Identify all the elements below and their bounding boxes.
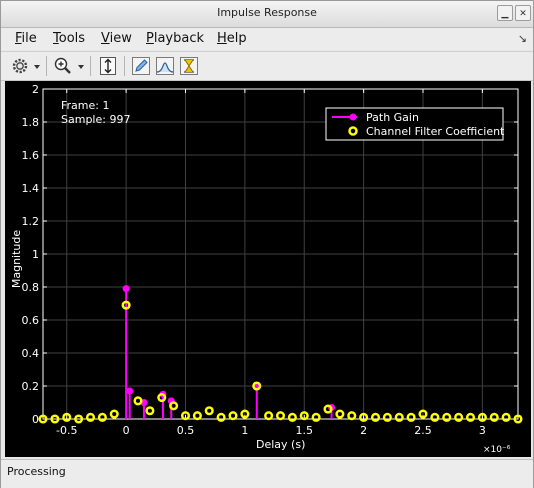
toolbar-separator — [90, 56, 91, 76]
y-tick-label: 0 — [32, 413, 39, 426]
legend-path-gain-marker — [349, 113, 357, 121]
dock-arrow-icon[interactable]: ↘ — [518, 32, 527, 45]
coefficient-marker — [85, 412, 96, 422]
coefficient-marker — [442, 412, 452, 422]
x-tick-label: 0 — [123, 424, 130, 437]
coefficient-marker — [347, 411, 357, 421]
menu-help[interactable]: Help — [217, 31, 247, 46]
y-axis-label: Magnitude — [10, 230, 23, 289]
menu-playback[interactable]: Playback — [146, 31, 204, 46]
coefficient-marker — [323, 404, 333, 414]
y-tick-label: 0.8 — [22, 281, 40, 294]
y-tick-label: 0.2 — [22, 380, 40, 393]
coefficient-marker — [204, 406, 214, 416]
coefficient-marker — [228, 411, 238, 421]
y-tick-label: 1 — [32, 248, 39, 261]
toolbar-separator — [46, 56, 47, 76]
x-axis-multiplier: ×10⁻⁶ — [483, 445, 511, 455]
menu-bar: File Tools View Playback Help ↘ — [1, 28, 533, 50]
path-gain-marker — [126, 387, 134, 395]
coefficient-marker — [109, 409, 119, 419]
x-tick-label: 1.5 — [296, 424, 314, 437]
coefficient-marker — [406, 412, 416, 422]
y-tick-label: 1.4 — [22, 182, 40, 195]
minimize-icon[interactable]: ▁ — [497, 5, 513, 21]
toolbar-separator — [124, 56, 125, 76]
menu-view[interactable]: View — [101, 31, 132, 46]
path-gain-series — [122, 285, 336, 419]
frame-readout: Frame: 1 — [61, 99, 109, 112]
y-tick-label: 1.2 — [22, 215, 40, 228]
menu-file[interactable]: File — [15, 31, 37, 46]
scale-axes-icon[interactable] — [97, 55, 119, 77]
coefficient-marker — [489, 412, 499, 422]
y-tick-label: 1.6 — [22, 149, 40, 162]
coefficient-marker — [216, 412, 226, 422]
x-tick-label: 0.5 — [177, 424, 195, 437]
edit-icon[interactable] — [130, 55, 152, 77]
zoom-in-icon[interactable] — [53, 55, 73, 77]
coefficient-marker — [454, 412, 464, 422]
coefficient-marker — [97, 412, 107, 422]
dropdown-arrow-icon[interactable] — [33, 55, 41, 77]
x-axis-label: Delay (s) — [256, 438, 305, 451]
measure-peaks-icon[interactable] — [154, 55, 176, 77]
dropdown-arrow-icon[interactable] — [77, 55, 85, 77]
toolbar — [1, 51, 533, 81]
plot-panel[interactable]: -0.5 0 0.5 1 1.5 2 2.5 3 0 0.2 0.4 0.6 0.8 1 1.2 1.4 1.6… — [5, 81, 531, 457]
coefficient-marker — [287, 412, 297, 422]
coefficient-marker — [382, 412, 392, 422]
coefficient-marker — [501, 412, 511, 422]
coefficient-marker — [311, 412, 321, 422]
coefficient-marker — [465, 412, 476, 422]
coefficient-marker — [430, 412, 440, 422]
coefficient-marker — [394, 412, 404, 422]
coefficient-marker — [133, 396, 143, 406]
coefficient-marker — [145, 406, 155, 416]
x-tick-label: 2 — [360, 424, 367, 437]
legend[interactable]: Path Gain Channel Filter Coefficient — [325, 107, 505, 141]
x-tick-label: -0.5 — [56, 424, 77, 437]
path-gain-marker — [122, 285, 130, 293]
status-bar: Processing — [1, 459, 533, 488]
gear-icon[interactable] — [9, 55, 31, 77]
coefficient-marker — [275, 411, 286, 421]
sample-readout: Sample: 997 — [61, 113, 130, 126]
coefficient-marker — [335, 409, 345, 419]
legend-path-gain-label: Path Gain — [366, 111, 419, 124]
legend-coefficient-label: Channel Filter Coefficient — [366, 125, 505, 138]
impulse-response-chart[interactable]: -0.5 0 0.5 1 1.5 2 2.5 3 0 0.2 0.4 0.6 0.8 1 1.2 1.4 1.6… — [5, 81, 531, 457]
x-tick-label: 2.5 — [414, 424, 432, 437]
status-text: Processing — [7, 465, 66, 478]
y-tick-label: 0.6 — [22, 314, 40, 327]
impulse-response-window: Impulse Response ▁ ✕ File Tools View Pla… — [0, 0, 534, 488]
y-tick-label: 2 — [32, 83, 39, 96]
cursor-measurements-icon[interactable] — [178, 55, 200, 77]
coefficient-marker — [157, 393, 167, 403]
y-tick-label: 1.8 — [22, 116, 40, 129]
window-title: Impulse Response — [217, 6, 317, 19]
coefficient-marker — [169, 401, 179, 411]
coefficient-marker — [264, 411, 274, 421]
coefficient-marker — [192, 411, 202, 421]
coefficient-marker — [370, 412, 381, 422]
y-tick-label: 0.4 — [22, 347, 40, 360]
x-tick-label: 1 — [241, 424, 248, 437]
title-bar[interactable]: Impulse Response ▁ ✕ — [1, 1, 533, 28]
close-icon[interactable]: ✕ — [515, 5, 531, 21]
menu-tools[interactable]: Tools — [53, 31, 85, 46]
x-tick-label: 3 — [479, 424, 486, 437]
